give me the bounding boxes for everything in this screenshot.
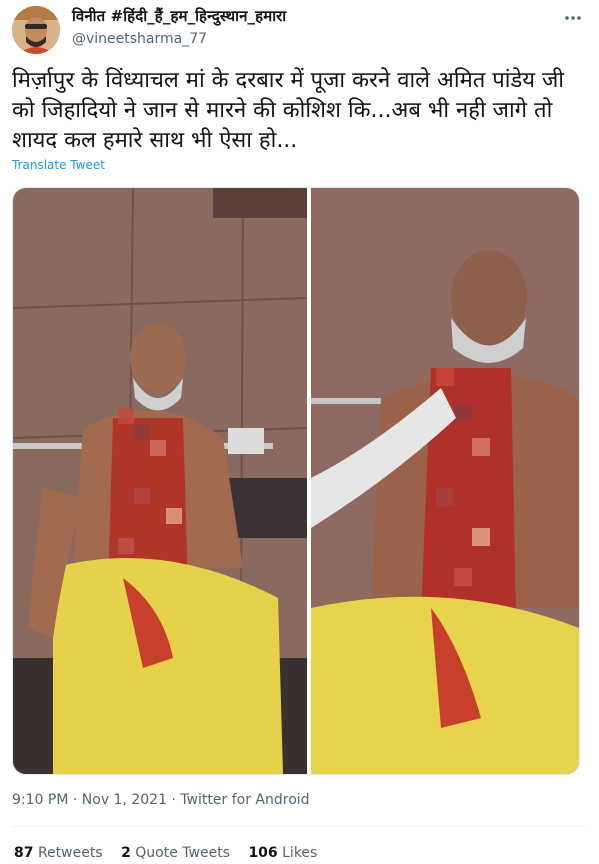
profile-avatar-image xyxy=(12,6,60,54)
retweets-label: Retweets xyxy=(37,845,103,861)
quotes-label: Quote Tweets xyxy=(135,845,230,861)
photo-left[interactable] xyxy=(13,188,307,774)
quote-tweets-stat[interactable]: 2 Quote Tweets xyxy=(121,845,230,861)
tweet-text: मिर्ज़ापुर के विंध्याचल मां के दरबार में… xyxy=(12,68,564,153)
more-options-icon[interactable] xyxy=(560,8,586,32)
divider xyxy=(12,826,587,827)
likes-label: Likes xyxy=(282,845,318,861)
media-grid xyxy=(12,187,580,775)
avatar[interactable] xyxy=(12,6,60,54)
tweet-source[interactable]: Twitter for Android xyxy=(180,792,309,808)
user-handle[interactable]: @vineetsharma_77 xyxy=(72,31,207,47)
quotes-count: 2 xyxy=(121,845,131,861)
retweets-count: 87 xyxy=(14,845,34,861)
tweet-time[interactable]: 9:10 PM xyxy=(12,792,68,808)
meta-separator: · xyxy=(171,792,176,808)
tweet-meta: 9:10 PM · Nov 1, 2021 · Twitter for Andr… xyxy=(12,792,310,808)
translate-tweet-link[interactable]: Translate Tweet xyxy=(12,158,105,172)
likes-stat[interactable]: 106 Likes xyxy=(248,845,317,861)
engagement-stats: 87 Retweets 2 Quote Tweets 106 Likes xyxy=(14,845,331,861)
meta-separator: · xyxy=(72,792,78,808)
likes-count: 106 xyxy=(248,845,278,861)
retweets-stat[interactable]: 87 Retweets xyxy=(14,845,103,861)
display-name[interactable]: विनीत #हिंदी_हैं_हम_हिन्दुस्थान_हमारा xyxy=(72,6,286,26)
photo-right[interactable] xyxy=(311,188,579,774)
tweet-date[interactable]: Nov 1, 2021 xyxy=(82,792,167,808)
